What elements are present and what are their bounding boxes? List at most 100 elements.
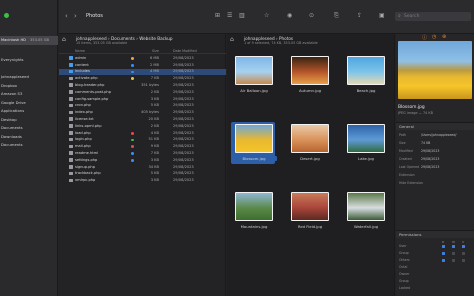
file-name: admin (75, 55, 87, 60)
photo-thumbnail[interactable]: Blossom.jpg (231, 122, 277, 164)
copy-icon[interactable]: ⎘ (334, 12, 339, 20)
permission-checkbox[interactable] (462, 252, 465, 255)
photo-thumbnail[interactable]: Lake.jpg (343, 122, 387, 164)
home-icon[interactable]: ⌂ (230, 36, 234, 43)
photo-thumbnail[interactable]: Red Field.jpg (287, 190, 331, 232)
home-icon[interactable]: ⌂ (62, 36, 66, 43)
back-icon[interactable]: ‹ (65, 12, 68, 20)
tag-icon[interactable]: ⊛ (442, 34, 446, 40)
sidebar-item[interactable] (0, 65, 58, 74)
search-icon: ⌕ (398, 13, 401, 19)
file-row[interactable]: readme.html 7 KB 29/08/2023 (59, 150, 226, 157)
photo-image (347, 192, 385, 221)
sidebar-item[interactable]: Google Drive (0, 99, 58, 108)
forward-icon[interactable]: › (74, 12, 77, 20)
file-row[interactable]: activate.php 7 KB 29/08/2023 (59, 75, 226, 82)
columns-view-icon[interactable]: ▥ (239, 12, 245, 20)
general-row: Created 29/08/2023 (399, 157, 474, 163)
file-name: blog-header.php (75, 82, 105, 87)
color-tag (131, 152, 134, 155)
file-row[interactable]: cron.php 5 KB 29/08/2023 (59, 103, 226, 110)
more-actions-icon[interactable]: ⊙ (309, 12, 314, 20)
file-icon (69, 90, 73, 94)
search-input[interactable]: ⌕ Search (395, 12, 471, 21)
file-row[interactable]: links-opml.php 2 KB 29/08/2023 (59, 123, 226, 130)
file-icon (69, 130, 73, 135)
photo-image (235, 56, 273, 85)
permission-checkbox[interactable] (442, 259, 445, 262)
file-icon (69, 110, 73, 115)
photo-thumbnail[interactable]: Waterfall.jpg (343, 190, 387, 232)
sidebar-item[interactable]: Downloads (0, 133, 58, 142)
general-row: Path/Users/johnappleseed/ (399, 133, 474, 139)
general-row: Last Opened 29/08/2023 (399, 165, 474, 171)
permission-checkbox[interactable] (462, 259, 465, 262)
file-icon (69, 164, 73, 169)
sidebar-item-device[interactable]: Macintosh HD 353.05 GB (0, 36, 58, 45)
file-icon (69, 124, 73, 128)
favorite-icon[interactable]: ☆ (264, 12, 269, 20)
file-row[interactable]: login.php 51 KB 29/08/2023 (59, 137, 226, 144)
preview-icon[interactable]: ◉ (287, 12, 292, 20)
file-row[interactable]: settings.php 3 KB 29/08/2023 (59, 157, 226, 164)
sidebar-item[interactable]: Amazon S3 (0, 90, 58, 99)
permission-label: Others (399, 258, 410, 262)
column-name[interactable]: Name (75, 49, 85, 53)
general-key: Created (399, 157, 412, 161)
sidebar-item[interactable]: Johnappleseed (0, 73, 58, 82)
sidebar-item[interactable]: Dropbox (0, 82, 58, 91)
permission-checkbox[interactable] (462, 245, 465, 248)
column-date[interactable]: Date Modified (173, 49, 197, 53)
sidebar-toggle-icon[interactable]: ▣ (379, 12, 385, 20)
file-row[interactable]: blog-header.php 351 bytes 29/08/2023 (59, 82, 226, 89)
photo-thumbnail[interactable]: Autumn.jpg (287, 54, 331, 96)
color-tag (131, 70, 134, 74)
general-value: /Users/johnappleseed/ (421, 133, 457, 137)
permission-checkbox[interactable] (452, 252, 455, 255)
general-key: Extension (399, 173, 415, 177)
file-row[interactable]: admin 6 MB 29/08/2023 (59, 55, 226, 62)
file-row[interactable]: xmlrpc.php 3 KB 29/08/2023 (59, 177, 226, 184)
clock-icon[interactable]: ◷ (432, 34, 436, 40)
file-size: 51 KB (148, 137, 159, 142)
photo-thumbnail[interactable]: Air Balloon.jpg (231, 54, 275, 96)
info-icon[interactable]: ⓘ (422, 34, 427, 41)
file-row[interactable]: index.php 405 bytes 29/08/2023 (59, 109, 226, 116)
share-icon[interactable]: ⇪ (357, 12, 362, 20)
permission-checkbox[interactable] (442, 245, 445, 248)
list-view-icon[interactable]: ☰ (227, 12, 232, 20)
file-row[interactable]: trackback.php 5 KB 29/08/2023 (59, 171, 226, 178)
permission-checkbox[interactable] (452, 259, 455, 262)
permission-checkbox[interactable] (442, 252, 445, 255)
close-window-button[interactable] (4, 13, 9, 18)
grid-view-icon[interactable]: ⊞ (215, 12, 220, 20)
permission-checkbox[interactable] (452, 245, 455, 248)
file-date: 29/08/2023 (173, 150, 194, 155)
general-key: Size (399, 141, 406, 145)
photo-thumbnail[interactable]: Beach.jpg (343, 54, 387, 96)
column-size[interactable]: Size (137, 49, 159, 53)
sidebar-item[interactable]: Documents (0, 141, 58, 150)
sidebar-item[interactable]: Everynights (0, 56, 58, 65)
general-section-header[interactable]: General (396, 122, 474, 130)
file-row[interactable]: signup.php 34 KB 29/08/2023 (59, 164, 226, 171)
general-value: 29/08/2023 (421, 157, 440, 161)
permissions-section-header[interactable]: Permissions (396, 230, 474, 238)
file-row[interactable]: license.txt 20 KB 29/08/2023 (59, 116, 226, 123)
sidebar-item[interactable]: Desktop (0, 116, 58, 125)
file-row[interactable]: content 2 MB 29/08/2023 (59, 62, 226, 69)
photo-thumbnail[interactable]: Mountains.jpg (231, 190, 275, 232)
file-row[interactable]: mail.php 9 KB 29/08/2023 (59, 143, 226, 150)
file-row[interactable]: load.php 4 KB 29/08/2023 (59, 130, 226, 137)
sidebar-item[interactable]: Documents (0, 124, 58, 133)
file-name: includes (75, 69, 90, 74)
file-name: index.php (75, 110, 93, 115)
sidebar-item[interactable]: Applications (0, 107, 58, 116)
file-date: 29/08/2023 (173, 123, 194, 128)
file-date: 29/08/2023 (173, 55, 194, 60)
file-row[interactable]: config-sample.php 3 KB 29/08/2023 (59, 96, 226, 103)
file-name: content (75, 62, 89, 67)
file-row[interactable]: comments-post.php 2 KB 29/08/2023 (59, 89, 226, 96)
photo-thumbnail[interactable]: Desert.jpg (287, 122, 331, 164)
file-row[interactable]: includes 4 MB 29/08/2023 (59, 68, 226, 76)
